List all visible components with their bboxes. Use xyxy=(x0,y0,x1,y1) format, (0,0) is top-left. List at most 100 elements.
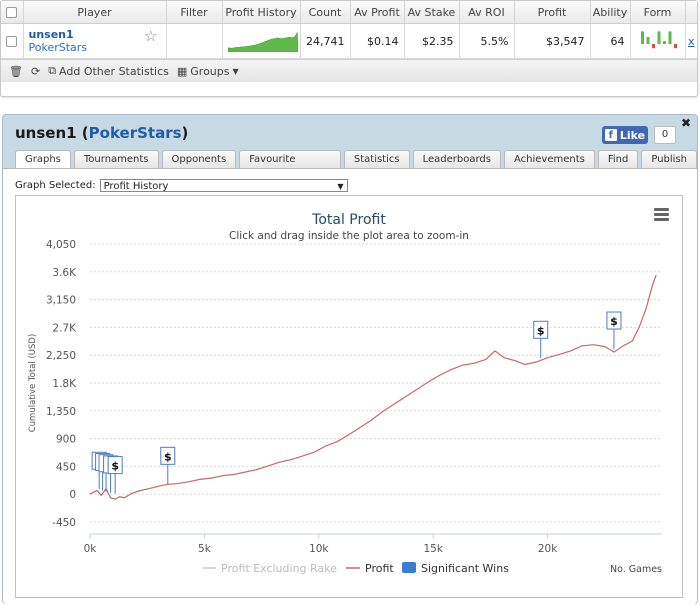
y-tick-label: 2.7K xyxy=(52,322,77,334)
form-bar xyxy=(662,40,666,44)
tab-statistics[interactable]: Statistics xyxy=(343,150,410,168)
y-tick-label: 1.8K xyxy=(52,378,77,390)
table-header-row: Player Filter Profit History Count Av Pr… xyxy=(1,1,697,24)
add-statistics-button[interactable]: ⧉ Add Other Statistics xyxy=(48,64,169,78)
header-av-stake[interactable]: Av Stake xyxy=(404,1,460,24)
panel-title-player: unsen1 xyxy=(15,124,77,142)
form-chart xyxy=(640,30,677,48)
form-bar xyxy=(657,30,660,44)
filter-cell[interactable] xyxy=(166,23,223,59)
form-cell xyxy=(630,23,686,59)
form-bar xyxy=(646,36,649,44)
player-table-panel: Player Filter Profit History Count Av Pr… xyxy=(0,0,698,97)
groups-label: Groups xyxy=(190,64,230,78)
y-tick-label: 0 xyxy=(69,489,76,501)
ability-cell: 64 xyxy=(590,23,631,59)
chart-container[interactable]: Total Profit Click and drag inside the pl… xyxy=(15,195,683,598)
y-tick-label: 3,150 xyxy=(46,295,76,307)
legend-label-profit: Profit xyxy=(365,562,394,575)
favourite-star-icon[interactable]: ☆ xyxy=(144,27,157,45)
y-axis-label: Cumulative Total (USD) xyxy=(28,334,38,433)
tab-achievements[interactable]: Achievements xyxy=(503,150,595,168)
player-site-link[interactable]: PokerStars xyxy=(29,41,161,54)
x-tick-label: 20k xyxy=(538,543,558,555)
remove-cell: x xyxy=(685,23,697,59)
x-axis-label: No. Games xyxy=(610,564,662,575)
profit-series-line xyxy=(89,274,657,500)
facebook-like-count: 0 xyxy=(654,126,676,144)
player-table: Player Filter Profit History Count Av Pr… xyxy=(1,1,697,59)
x-tick-label: 15k xyxy=(423,543,443,555)
y-tick-label: -450 xyxy=(52,517,76,529)
significant-win-icon: $ xyxy=(537,324,545,337)
graph-selected-label: Graph Selected: xyxy=(15,180,96,191)
av-profit-cell: $0.14 xyxy=(350,23,405,59)
row-checkbox[interactable] xyxy=(1,23,24,59)
remove-player-link[interactable]: x xyxy=(688,35,695,48)
header-form[interactable]: Form xyxy=(630,1,686,24)
graph-select-row: Graph Selected: Profit History ▼ xyxy=(15,179,348,192)
header-player[interactable]: Player xyxy=(23,1,167,24)
legend-label-profit-excl-rake: Profit Excluding Rake xyxy=(221,562,337,575)
panel-body: Graph Selected: Profit History ▼ Total P… xyxy=(3,168,697,604)
tab-publish[interactable]: Publish xyxy=(641,150,697,168)
chevron-down-icon: ▼ xyxy=(337,182,344,191)
add-statistics-icon: ⧉ xyxy=(48,64,57,77)
chevron-down-icon: ▼ xyxy=(232,66,239,76)
significant-win-icon: $ xyxy=(164,450,172,463)
legend-label-significant-wins: Significant Wins xyxy=(421,562,509,575)
y-tick-label: 1,350 xyxy=(46,406,76,418)
y-tick-label: 900 xyxy=(56,434,76,446)
groups-dropdown[interactable]: ▦ Groups ▼ xyxy=(177,65,239,78)
select-all-checkbox[interactable] xyxy=(1,1,24,24)
chart-subtitle: Click and drag inside the plot area to z… xyxy=(229,230,469,242)
form-bar xyxy=(640,30,644,44)
header-ability[interactable]: Ability xyxy=(590,1,631,24)
x-tick-label: 0k xyxy=(84,543,98,555)
profit-history-sparkline xyxy=(227,30,298,52)
header-profit[interactable]: Profit xyxy=(514,1,591,24)
profit-history-cell xyxy=(222,23,301,59)
header-av-roi[interactable]: Av ROI xyxy=(459,1,515,24)
tab-leaderboards[interactable]: Leaderboards xyxy=(412,150,501,168)
count-cell: 24,741 xyxy=(300,23,351,59)
groups-icon: ▦ xyxy=(176,64,188,78)
av-stake-cell: $2.35 xyxy=(404,23,460,59)
graph-selected-value: Profit History xyxy=(103,181,169,192)
profit-chart[interactable]: Total Profit Click and drag inside the pl… xyxy=(16,196,682,597)
player-name-link[interactable]: unsen1 xyxy=(29,28,161,41)
header-spacer xyxy=(685,1,697,24)
x-tick-label: 5k xyxy=(198,543,212,555)
tab-tournaments[interactable]: Tournaments xyxy=(73,150,159,168)
add-statistics-label: Add Other Statistics xyxy=(59,64,169,78)
y-tick-label: 4,050 xyxy=(46,239,76,251)
tab-find[interactable]: Find xyxy=(597,150,639,168)
header-count[interactable]: Count xyxy=(300,1,351,24)
chart-title: Total Profit xyxy=(311,212,386,228)
tab-graphs[interactable]: Graphs xyxy=(15,150,71,169)
facebook-like-button[interactable]: f Like xyxy=(602,126,648,144)
table-row: unsen1 PokerStars ☆ 24,741 $0.14 $2.35 5… xyxy=(1,23,697,59)
tab-opponents[interactable]: Opponents xyxy=(161,150,237,168)
form-bar xyxy=(668,30,671,44)
panel-title-site[interactable]: PokerStars xyxy=(89,124,182,142)
tab-bar: GraphsTournamentsOpponentsFavourite Game… xyxy=(15,150,697,182)
header-av-profit[interactable]: Av Profit xyxy=(350,1,405,24)
refresh-icon[interactable]: ⟳ xyxy=(31,65,40,78)
header-filter[interactable]: Filter xyxy=(166,1,223,24)
close-panel-icon[interactable]: ✖ xyxy=(681,116,691,130)
av-roi-cell: 5.5% xyxy=(459,23,515,59)
player-detail-panel: unsen1 (PokerStars) f Like 0 ✖ Graphs Tou… xyxy=(2,114,698,604)
chart-menu-icon[interactable] xyxy=(654,208,669,223)
trash-icon[interactable]: 🗑 xyxy=(9,65,23,78)
form-bar xyxy=(673,43,677,48)
graph-select-dropdown[interactable]: Profit History ▼ xyxy=(99,179,348,192)
y-tick-label: 3.6K xyxy=(52,267,77,279)
header-profit-history[interactable]: Profit History xyxy=(222,1,301,24)
profit-cell: $3,547 xyxy=(514,23,591,59)
y-tick-label: 450 xyxy=(56,461,76,473)
tab-favourite-games[interactable]: Favourite Games xyxy=(239,150,341,182)
table-toolbar: 🗑 ⟳ ⧉ Add Other Statistics ▦ Groups ▼ xyxy=(1,59,697,82)
x-tick-label: 10k xyxy=(309,543,329,555)
legend-marker-significant-wins xyxy=(402,562,416,573)
